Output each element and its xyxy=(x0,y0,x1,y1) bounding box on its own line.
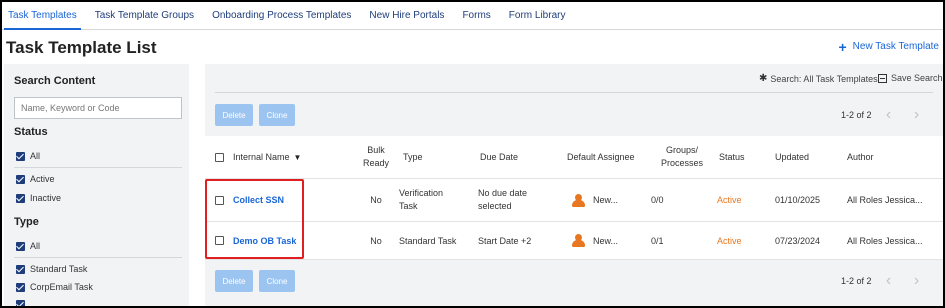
type-heading: Type xyxy=(14,216,39,228)
select-all-checkbox[interactable] xyxy=(215,152,224,162)
new-task-template-label: New Task Template xyxy=(852,41,939,52)
type-next-checkbox-partial[interactable] xyxy=(16,300,30,306)
groups-cell: 0/0 xyxy=(651,195,664,205)
search-input[interactable] xyxy=(14,97,182,119)
author-cell: All Roles Jessica... xyxy=(847,195,923,205)
type-standard-task-checkbox[interactable]: Standard Task xyxy=(16,264,87,274)
clone-button-bottom[interactable]: Clone xyxy=(259,270,295,292)
name-header-label: Internal Name xyxy=(233,152,290,162)
chevron-right-icon[interactable]: › xyxy=(906,270,928,292)
assignee-name: New... xyxy=(593,195,619,205)
delete-button-bottom[interactable]: Delete xyxy=(215,270,253,292)
type-corpemail-task-checkbox[interactable]: CorpEmail Task xyxy=(16,282,93,292)
status-active-checkbox[interactable]: Active xyxy=(16,174,55,184)
save-search-label: Save Search xyxy=(891,73,943,83)
checkbox-label: CorpEmail Task xyxy=(30,282,93,292)
groups-column-header: Groups/ Processes xyxy=(660,145,704,168)
chevron-left-icon[interactable]: ‹ xyxy=(878,104,900,126)
chevron-down-icon: ▼ xyxy=(293,152,302,162)
tab-bar: Task Templates Task Template Groups Onbo… xyxy=(2,2,943,30)
due-date-cell: No due date selected xyxy=(478,188,528,211)
author-column-header: Author xyxy=(847,152,874,162)
updated-column-header: Updated xyxy=(775,152,810,162)
status-badge: Active xyxy=(717,235,742,246)
assignee-cell: New... xyxy=(571,179,618,221)
pagination-count: 1-2 of 2 xyxy=(841,276,872,286)
tab-task-templates[interactable]: Task Templates xyxy=(4,2,81,30)
type-column-header: Type xyxy=(403,152,423,162)
divider xyxy=(215,92,933,93)
updated-cell: 07/23/2024 xyxy=(775,235,821,246)
type-all-checkbox[interactable]: All xyxy=(16,241,40,251)
checkbox-label: All xyxy=(30,241,41,251)
search-filter-link[interactable]: ✱ Search: All Task Templates xyxy=(759,73,878,84)
divider xyxy=(14,167,182,168)
checkbox-label: All xyxy=(30,151,41,161)
checkbox-checked-icon xyxy=(16,241,25,251)
assignee-name: New... xyxy=(593,235,619,246)
pagination-bottom: 1-2 of 2 ‹ › xyxy=(841,270,928,292)
checkbox-checked-icon xyxy=(16,174,25,184)
bulk-cell: No xyxy=(370,235,382,246)
chevron-left-icon[interactable]: ‹ xyxy=(878,270,900,292)
status-column-header: Status xyxy=(719,152,745,162)
type-cell: Verification Task xyxy=(399,188,444,211)
checkbox-label: Inactive xyxy=(30,193,62,203)
save-icon xyxy=(878,73,887,83)
status-heading: Status xyxy=(14,126,48,138)
bulk-cell: No xyxy=(370,195,382,205)
delete-button[interactable]: Delete xyxy=(215,104,253,126)
checkbox-label: Active xyxy=(30,174,55,184)
status-badge: Active xyxy=(717,195,742,205)
name-column-header[interactable]: Internal Name ▼ xyxy=(215,136,301,178)
clone-button[interactable]: Clone xyxy=(259,104,295,126)
type-cell: Standard Task xyxy=(399,235,457,246)
pagination-top: 1-2 of 2 ‹ › xyxy=(841,104,928,126)
tab-task-template-groups[interactable]: Task Template Groups xyxy=(95,2,194,30)
updated-cell: 01/10/2025 xyxy=(775,195,821,205)
search-panel: Search Content Status All Active Inactiv… xyxy=(4,64,189,306)
highlight-annotation-box xyxy=(205,179,304,259)
search-content-heading: Search Content xyxy=(14,75,96,87)
new-task-template-button[interactable]: + New Task Template xyxy=(838,38,939,55)
checkbox-checked-icon xyxy=(16,264,25,274)
chevron-right-icon[interactable]: › xyxy=(906,104,928,126)
tab-onboarding-process-templates[interactable]: Onboarding Process Templates xyxy=(212,2,351,30)
checkbox-checked-icon xyxy=(16,300,25,306)
assignee-cell: New... xyxy=(571,222,618,259)
assignee-column-header: Default Assignee xyxy=(567,152,635,162)
list-toolbar: ✱ Search: All Task Templates Save Search xyxy=(205,64,943,94)
page-title: Task Template List xyxy=(6,38,157,57)
save-search-link[interactable]: Save Search xyxy=(878,73,943,83)
tab-new-hire-portals[interactable]: New Hire Portals xyxy=(369,2,444,30)
table-row[interactable]: Demo OB Task No Standard Task Start Date… xyxy=(205,222,943,260)
status-inactive-checkbox[interactable]: Inactive xyxy=(16,193,61,203)
groups-cell: 0/1 xyxy=(651,235,664,246)
pagination-count: 1-2 of 2 xyxy=(841,110,872,120)
list-panel: ✱ Search: All Task Templates Save Search… xyxy=(205,64,943,306)
app-frame: Task Templates Task Template Groups Onbo… xyxy=(0,0,945,308)
checkbox-checked-icon xyxy=(16,151,25,161)
due-date-column-header: Due Date xyxy=(480,152,519,162)
checkbox-checked-icon xyxy=(16,282,25,292)
divider xyxy=(14,257,182,258)
tab-form-library[interactable]: Form Library xyxy=(509,2,566,30)
checkbox-label: Standard Task xyxy=(30,264,88,274)
user-avatar-icon xyxy=(571,234,586,247)
author-cell: All Roles Jessica... xyxy=(847,235,923,246)
tab-forms[interactable]: Forms xyxy=(462,2,490,30)
table-header-row: Internal Name ▼ Bulk Ready Type Due Date… xyxy=(205,136,943,179)
table-row[interactable]: Collect SSN No Verification Task No due … xyxy=(205,179,943,222)
user-avatar-icon xyxy=(571,193,586,207)
search-filter-label: Search: All Task Templates xyxy=(770,73,878,84)
bulk-column-header: Bulk Ready xyxy=(362,145,389,168)
checkbox-checked-icon xyxy=(16,193,25,203)
status-all-checkbox[interactable]: All xyxy=(16,151,40,161)
plus-icon: + xyxy=(838,38,847,55)
gear-icon: ✱ xyxy=(759,73,768,84)
due-date-cell: Start Date +2 xyxy=(478,235,532,246)
